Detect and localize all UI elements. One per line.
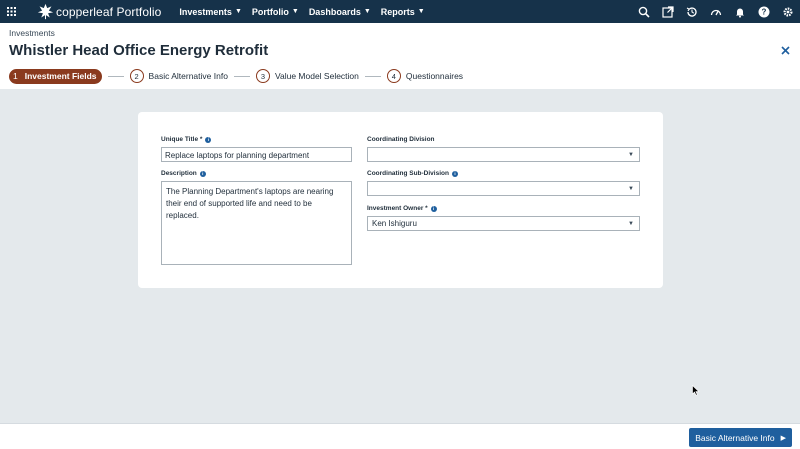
nav-portfolio[interactable]: Portfolio ▼ (252, 7, 299, 17)
step-number: 3 (255, 69, 270, 83)
nav-investments[interactable]: Investments ▼ (179, 7, 241, 17)
top-nav-bar: copperleaf Portfolio Investments ▼ Portfo… (0, 0, 800, 23)
step-connector (364, 75, 381, 77)
dropdown-arrow-icon: ▼ (628, 185, 634, 192)
coordinating-sub-division-label: Coordinating Sub-Division i (367, 170, 458, 177)
coordinating-division-select[interactable]: ▼ (367, 147, 640, 162)
caret-down-icon: ▼ (363, 8, 371, 15)
investment-owner-label-text: Investment Owner * (367, 205, 428, 212)
caret-down-icon: ▼ (291, 8, 299, 15)
mouse-cursor-icon (692, 385, 700, 396)
unique-title-label-text: Unique Title * (161, 136, 203, 143)
help-icon[interactable]: ? (752, 0, 776, 23)
settings-icon[interactable] (776, 0, 800, 23)
step-label: Basic Alternative Info (148, 71, 228, 81)
dropdown-arrow-icon: ▼ (628, 220, 634, 227)
caret-down-icon: ▼ (234, 8, 242, 15)
next-step-label: Basic Alternative Info (695, 432, 775, 443)
unique-title-label: Unique Title * i (161, 136, 212, 143)
next-step-button[interactable]: Basic Alternative Info ▶ (689, 428, 792, 447)
unique-title-input[interactable]: Replace laptops for planning department (161, 147, 352, 162)
step-number: 4 (386, 69, 401, 83)
step-label: Questionnaires (405, 71, 464, 81)
coordinating-sub-division-label-text: Coordinating Sub-Division (367, 170, 449, 177)
coordinating-division-label: Coordinating Division (367, 136, 435, 143)
page-header: Investments Whistler Head Office Energy … (0, 23, 800, 89)
nav-dashboards[interactable]: Dashboards ▼ (309, 7, 371, 17)
nav-reports-label: Reports (380, 6, 415, 17)
step-value-model-selection[interactable]: 3 Value Model Selection (255, 69, 359, 83)
main-nav: Investments ▼ Portfolio ▼ Dashboards ▼ Repo… (179, 0, 434, 23)
info-icon[interactable]: i (451, 170, 458, 177)
investment-owner-select[interactable]: Ken Ishiguru ▼ (367, 216, 640, 231)
description-label-text: Description (161, 170, 197, 177)
step-number: 2 (129, 69, 144, 83)
bell-icon[interactable] (728, 0, 752, 23)
history-icon[interactable] (680, 0, 704, 23)
coordinating-sub-division-select[interactable]: ▼ (367, 181, 640, 196)
description-label: Description i (161, 170, 206, 177)
app-grid-icon[interactable] (0, 0, 23, 23)
step-connector (107, 75, 124, 77)
nav-utilities: ? (632, 0, 800, 23)
description-textarea[interactable]: The Planning Department's laptops are ne… (161, 181, 352, 265)
dropdown-arrow-icon: ▼ (628, 151, 634, 158)
nav-investments-label: Investments (179, 6, 232, 17)
nav-reports[interactable]: Reports ▼ (381, 7, 425, 17)
close-icon[interactable] (778, 43, 792, 57)
coordinating-division-label-text: Coordinating Division (367, 136, 435, 143)
gauge-icon[interactable] (704, 0, 728, 23)
nav-dashboards-label: Dashboards (308, 6, 361, 17)
page-title: Whistler Head Office Energy Retrofit (9, 42, 269, 59)
step-questionnaires[interactable]: 4 Questionnaires (386, 69, 464, 83)
wizard-footer: Basic Alternative Info ▶ (0, 423, 800, 449)
investment-owner-value: Ken Ishiguru (372, 219, 417, 228)
info-icon[interactable]: i (199, 170, 206, 177)
step-label: Value Model Selection (274, 71, 359, 81)
investment-owner-label: Investment Owner * i (367, 205, 437, 212)
caret-down-icon: ▼ (417, 8, 425, 15)
svg-text:?: ? (762, 7, 767, 16)
info-icon[interactable]: i (430, 205, 437, 212)
step-number: 1 (13, 71, 18, 81)
step-connector (233, 75, 250, 77)
step-investment-fields[interactable]: 1 Investment Fields (9, 68, 102, 84)
step-basic-alternative-info[interactable]: 2 Basic Alternative Info (129, 69, 228, 83)
brand-name: copperleaf Portfolio (56, 4, 162, 19)
info-icon[interactable]: i (205, 136, 212, 143)
nav-portfolio-label: Portfolio (251, 6, 289, 17)
breadcrumb[interactable]: Investments (9, 28, 55, 38)
step-label: Investment Fields (24, 71, 97, 81)
investment-fields-form: Unique Title * i Replace laptops for pla… (138, 112, 663, 288)
wizard-stepper: 1 Investment Fields 2 Basic Alternative … (9, 68, 463, 84)
play-arrow-icon: ▶ (780, 434, 786, 442)
open-external-icon[interactable] (656, 0, 680, 23)
brand-logo[interactable]: copperleaf Portfolio (37, 0, 161, 23)
search-icon[interactable] (632, 0, 656, 23)
leaf-logo-icon (37, 3, 54, 20)
